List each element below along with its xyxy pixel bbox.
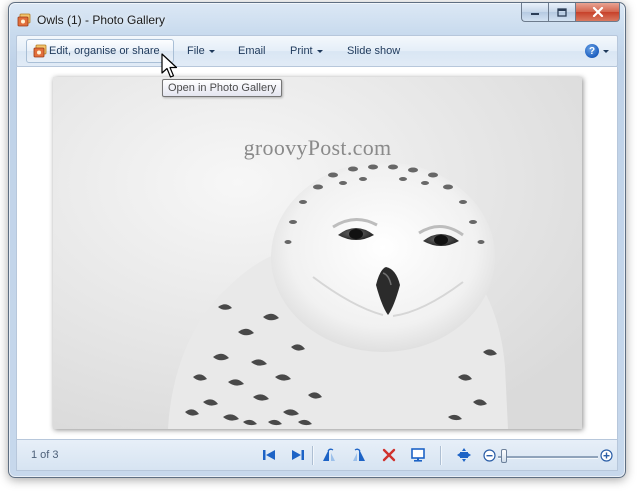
chevron-down-icon — [603, 49, 609, 53]
slide-show-button[interactable]: Slide show — [347, 36, 400, 66]
file-menu[interactable]: File — [187, 36, 215, 66]
email-label: Email — [238, 45, 266, 57]
navigation-bar: 1 of 3 — [16, 439, 618, 471]
tooltip: Open in Photo Gallery — [162, 79, 283, 97]
slideshow-icon[interactable] — [410, 447, 426, 463]
image-viewer: groovyPost.com — [16, 67, 618, 439]
help-button[interactable]: ? — [585, 44, 609, 58]
slide-show-label: Slide show — [347, 45, 401, 57]
owl-photo: groovyPost.com — [53, 77, 582, 429]
watermark-text: groovyPost.com — [243, 135, 392, 160]
mouse-cursor-icon — [161, 53, 178, 78]
command-bar: Edit, organise or share File Email Print… — [16, 35, 618, 67]
zoom-in-icon[interactable] — [600, 449, 613, 462]
close-icon — [592, 7, 603, 17]
separator — [312, 446, 313, 465]
zoom-slider-thumb[interactable] — [501, 449, 507, 463]
chevron-down-icon — [316, 50, 323, 53]
zoom-slider-track[interactable] — [498, 456, 598, 459]
file-menu-label: File — [187, 45, 205, 57]
chevron-down-icon — [208, 50, 215, 53]
rotate-left-icon[interactable] — [321, 447, 337, 463]
close-button[interactable] — [575, 3, 620, 22]
print-menu-label: Print — [290, 45, 313, 57]
actual-size-icon[interactable] — [456, 447, 472, 463]
email-button[interactable]: Email — [238, 36, 266, 66]
window-title: Owls (1) - Photo Gallery — [37, 13, 166, 27]
caption-buttons — [521, 3, 620, 23]
maximize-icon — [557, 7, 567, 17]
photo-gallery-window: Owls (1) - Photo Gallery Edit, organise … — [8, 2, 626, 478]
edit-organise-share-button[interactable]: Edit, organise or share — [26, 39, 174, 63]
minimize-button[interactable] — [521, 3, 548, 22]
photo-gallery-icon — [33, 44, 47, 58]
page-count: 1 of 3 — [31, 449, 59, 461]
next-icon[interactable] — [290, 447, 306, 463]
maximize-button[interactable] — [548, 3, 575, 22]
delete-icon[interactable] — [381, 447, 397, 463]
snowy-owl-image — [53, 77, 582, 429]
photo-gallery-app-icon — [17, 13, 31, 27]
rotate-right-icon[interactable] — [351, 447, 367, 463]
print-menu[interactable]: Print — [290, 36, 323, 66]
minimize-icon — [531, 13, 539, 15]
separator — [440, 446, 441, 465]
help-icon: ? — [585, 44, 599, 58]
previous-icon[interactable] — [261, 447, 277, 463]
title-bar[interactable]: Owls (1) - Photo Gallery — [9, 3, 625, 35]
zoom-out-icon[interactable] — [483, 449, 496, 462]
edit-organise-share-label: Edit, organise or share — [49, 45, 160, 57]
